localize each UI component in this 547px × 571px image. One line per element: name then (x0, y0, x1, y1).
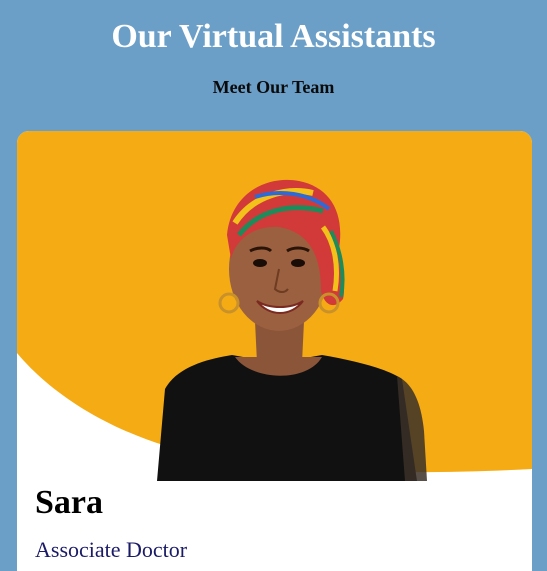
page: Our Virtual Assistants Meet Our Team Sar… (0, 0, 547, 571)
team-member-photo (17, 131, 532, 481)
page-subtitle: Meet Our Team (212, 77, 335, 97)
page-title: Our Virtual Assistants (111, 18, 436, 55)
team-member-name: Sara (35, 484, 103, 521)
team-member-role: Associate Doctor (35, 537, 188, 562)
team-member-card[interactable]: Sara Associate Doctor (17, 131, 532, 571)
